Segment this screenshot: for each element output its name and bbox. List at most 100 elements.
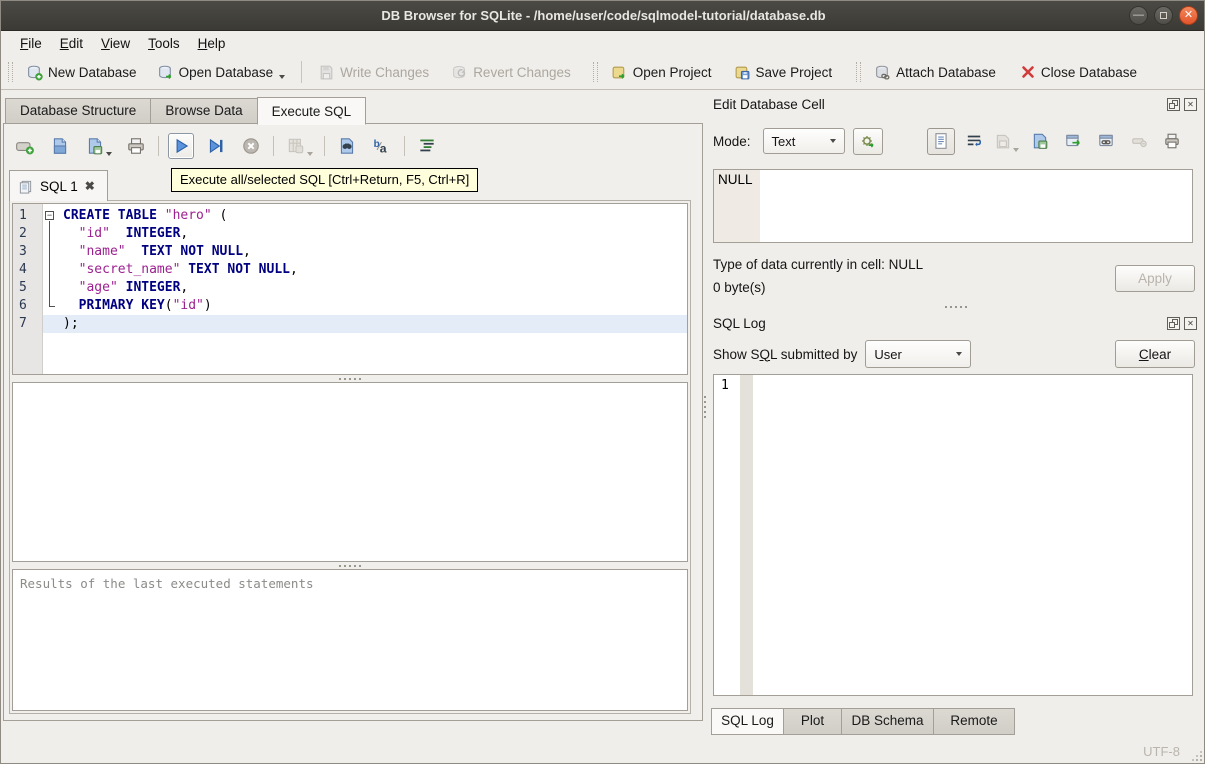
stop-button[interactable] [238,133,264,159]
dock-splitter[interactable] [711,306,1201,308]
dock-tab-sql-log[interactable]: SQL Log [711,708,783,735]
minimize-button[interactable]: — [1129,6,1148,25]
menu-edit[interactable]: Edit [51,34,92,53]
export-results-dropdown-icon[interactable] [306,152,313,156]
code-line[interactable]: PRIMARY KEY("id") [43,297,687,315]
app-window: DB Browser for SQLite - /home/user/code/… [0,0,1205,764]
float-dock-icon[interactable] [1167,317,1180,330]
execute-current-line-button[interactable] [203,133,229,159]
save-sql-dropdown-icon[interactable] [105,152,112,156]
save-data-button[interactable] [1026,128,1054,155]
new-database-button[interactable]: New Database [20,60,143,85]
results-placeholder: Results of the last executed statements [20,576,314,591]
resize-grip[interactable] [1200,759,1202,761]
tab-database-structure[interactable]: Database Structure [5,98,151,124]
import-data-button[interactable] [993,128,1021,155]
close-dock-icon[interactable]: ✕ [1184,98,1197,111]
open-sql-file-button[interactable] [47,133,73,159]
encoding-indicator[interactable]: UTF-8 [1143,744,1180,759]
new-sql-tab-button[interactable] [12,133,38,159]
toolbar-grip[interactable] [592,62,598,82]
save-sql-file-button[interactable] [82,133,114,159]
panel-splitter[interactable] [704,396,706,418]
toolbar-grip[interactable] [8,62,13,82]
toolbar-grip[interactable] [856,62,862,82]
print-cell-button[interactable] [1158,128,1186,155]
window-title: DB Browser for SQLite - /home/user/code/… [381,8,826,23]
close-tab-icon[interactable]: ✖ [85,179,95,193]
execute-all-button[interactable] [168,133,194,159]
menu-help[interactable]: Help [189,34,235,53]
code-line[interactable]: "age" INTEGER, [43,279,687,297]
code-line[interactable]: CREATE TABLE "hero" ( [43,207,687,225]
tab-browse-data[interactable]: Browse Data [150,98,257,124]
code-line[interactable]: "name" TEXT NOT NULL, [43,243,687,261]
sql-editor[interactable]: 1 2 3 4 5 6 7 − CREATE TABLE "hero" ( "id" INT… [12,203,688,375]
toolbar-separator [301,61,303,83]
write-changes-button[interactable]: Write Changes [312,60,435,85]
menu-view[interactable]: View [92,34,139,53]
open-database-button[interactable]: Open Database [151,60,292,85]
main-tab-bar: Database Structure Browse Data Execute S… [5,96,367,125]
sql-log-filter-label: Show SQL submitted by [713,346,858,362]
save-project-button[interactable]: Save Project [728,60,839,85]
title-bar[interactable]: DB Browser for SQLite - /home/user/code/… [1,1,1204,31]
pane-splitter[interactable] [12,562,688,569]
fold-collapse-icon[interactable]: − [45,211,54,220]
dock-tab-plot[interactable]: Plot [783,708,841,735]
sql-editor-tab[interactable]: SQL 1 ✖ [9,170,108,201]
results-message-pane[interactable]: Results of the last executed statements [12,569,688,711]
code-line[interactable]: "id" INTEGER, [43,225,687,243]
open-project-button[interactable]: Open Project [605,60,718,85]
dock-tab-remote[interactable]: Remote [933,708,1015,735]
tooltip: Execute all/selected SQL [Ctrl+Return, F… [171,168,479,192]
menu-file[interactable]: File [11,34,51,53]
mode-select[interactable]: Text [762,128,845,154]
code-area[interactable]: − CREATE TABLE "hero" ( "id" INTEGER, "n… [43,204,687,374]
close-button[interactable]: ✕ [1179,6,1198,25]
line-number-gutter: 1 2 3 4 5 6 7 [13,204,43,374]
dock-tab-db-schema[interactable]: DB Schema [841,708,933,735]
close-database-button[interactable]: Close Database [1014,60,1143,84]
clear-log-button[interactable]: Clear [1115,340,1195,368]
float-dock-icon[interactable] [1167,98,1180,111]
sql-file-icon [19,180,32,194]
print-sql-button[interactable] [123,133,149,159]
revert-changes-icon [453,65,466,78]
pane-splitter[interactable] [12,375,688,382]
sql-log-filter-select[interactable]: User [865,340,972,368]
cell-size-info: 0 byte(s) [713,280,766,295]
sql-log-view[interactable]: 1 [713,374,1193,696]
open-database-dropdown-icon[interactable] [279,74,286,79]
cell-type-info: Type of data currently in cell: NULL [713,257,924,272]
auto-switch-mode-button[interactable] [852,127,883,155]
workspace: Database Structure Browse Data Execute S… [1,90,1204,738]
fold-line-end [49,306,55,307]
revert-changes-button[interactable]: Revert Changes [445,60,577,85]
format-sql-button[interactable] [414,133,440,159]
maximize-button[interactable] [1154,6,1173,25]
copy-link-button[interactable] [1092,128,1120,155]
close-dock-icon[interactable]: ✕ [1184,317,1197,330]
results-grid-pane[interactable] [12,382,688,562]
export-cell-button[interactable] [1059,128,1087,155]
code-line[interactable]: "secret_name" TEXT NOT NULL, [43,261,687,279]
execute-sql-panel: ba SQL 1 ✖ Execute all/selected SQL [Ctr… [3,123,703,721]
code-line[interactable]: ); [43,315,687,333]
sql-log-dock-header: SQL Log ✕ [713,316,1201,331]
apply-button[interactable]: Apply [1115,265,1195,292]
menu-tools[interactable]: Tools [139,34,189,53]
set-null-button[interactable] [1125,128,1153,155]
export-results-button[interactable] [283,133,315,159]
cell-value-editor[interactable]: NULL [713,169,1193,243]
fold-margin[interactable]: − [43,207,61,374]
line-number: 4 [19,262,27,277]
sql-panes: 1 2 3 4 5 6 7 − CREATE TABLE "hero" ( "id" INT… [9,200,691,714]
auto-complete-button[interactable]: ba [369,133,395,159]
word-wrap-button[interactable] [960,128,988,155]
attach-database-button[interactable]: Attach Database [868,60,1002,85]
tab-execute-sql[interactable]: Execute SQL [256,97,367,125]
text-view-button[interactable] [926,127,955,155]
print-icon [1164,133,1179,149]
find-button[interactable] [334,133,360,159]
